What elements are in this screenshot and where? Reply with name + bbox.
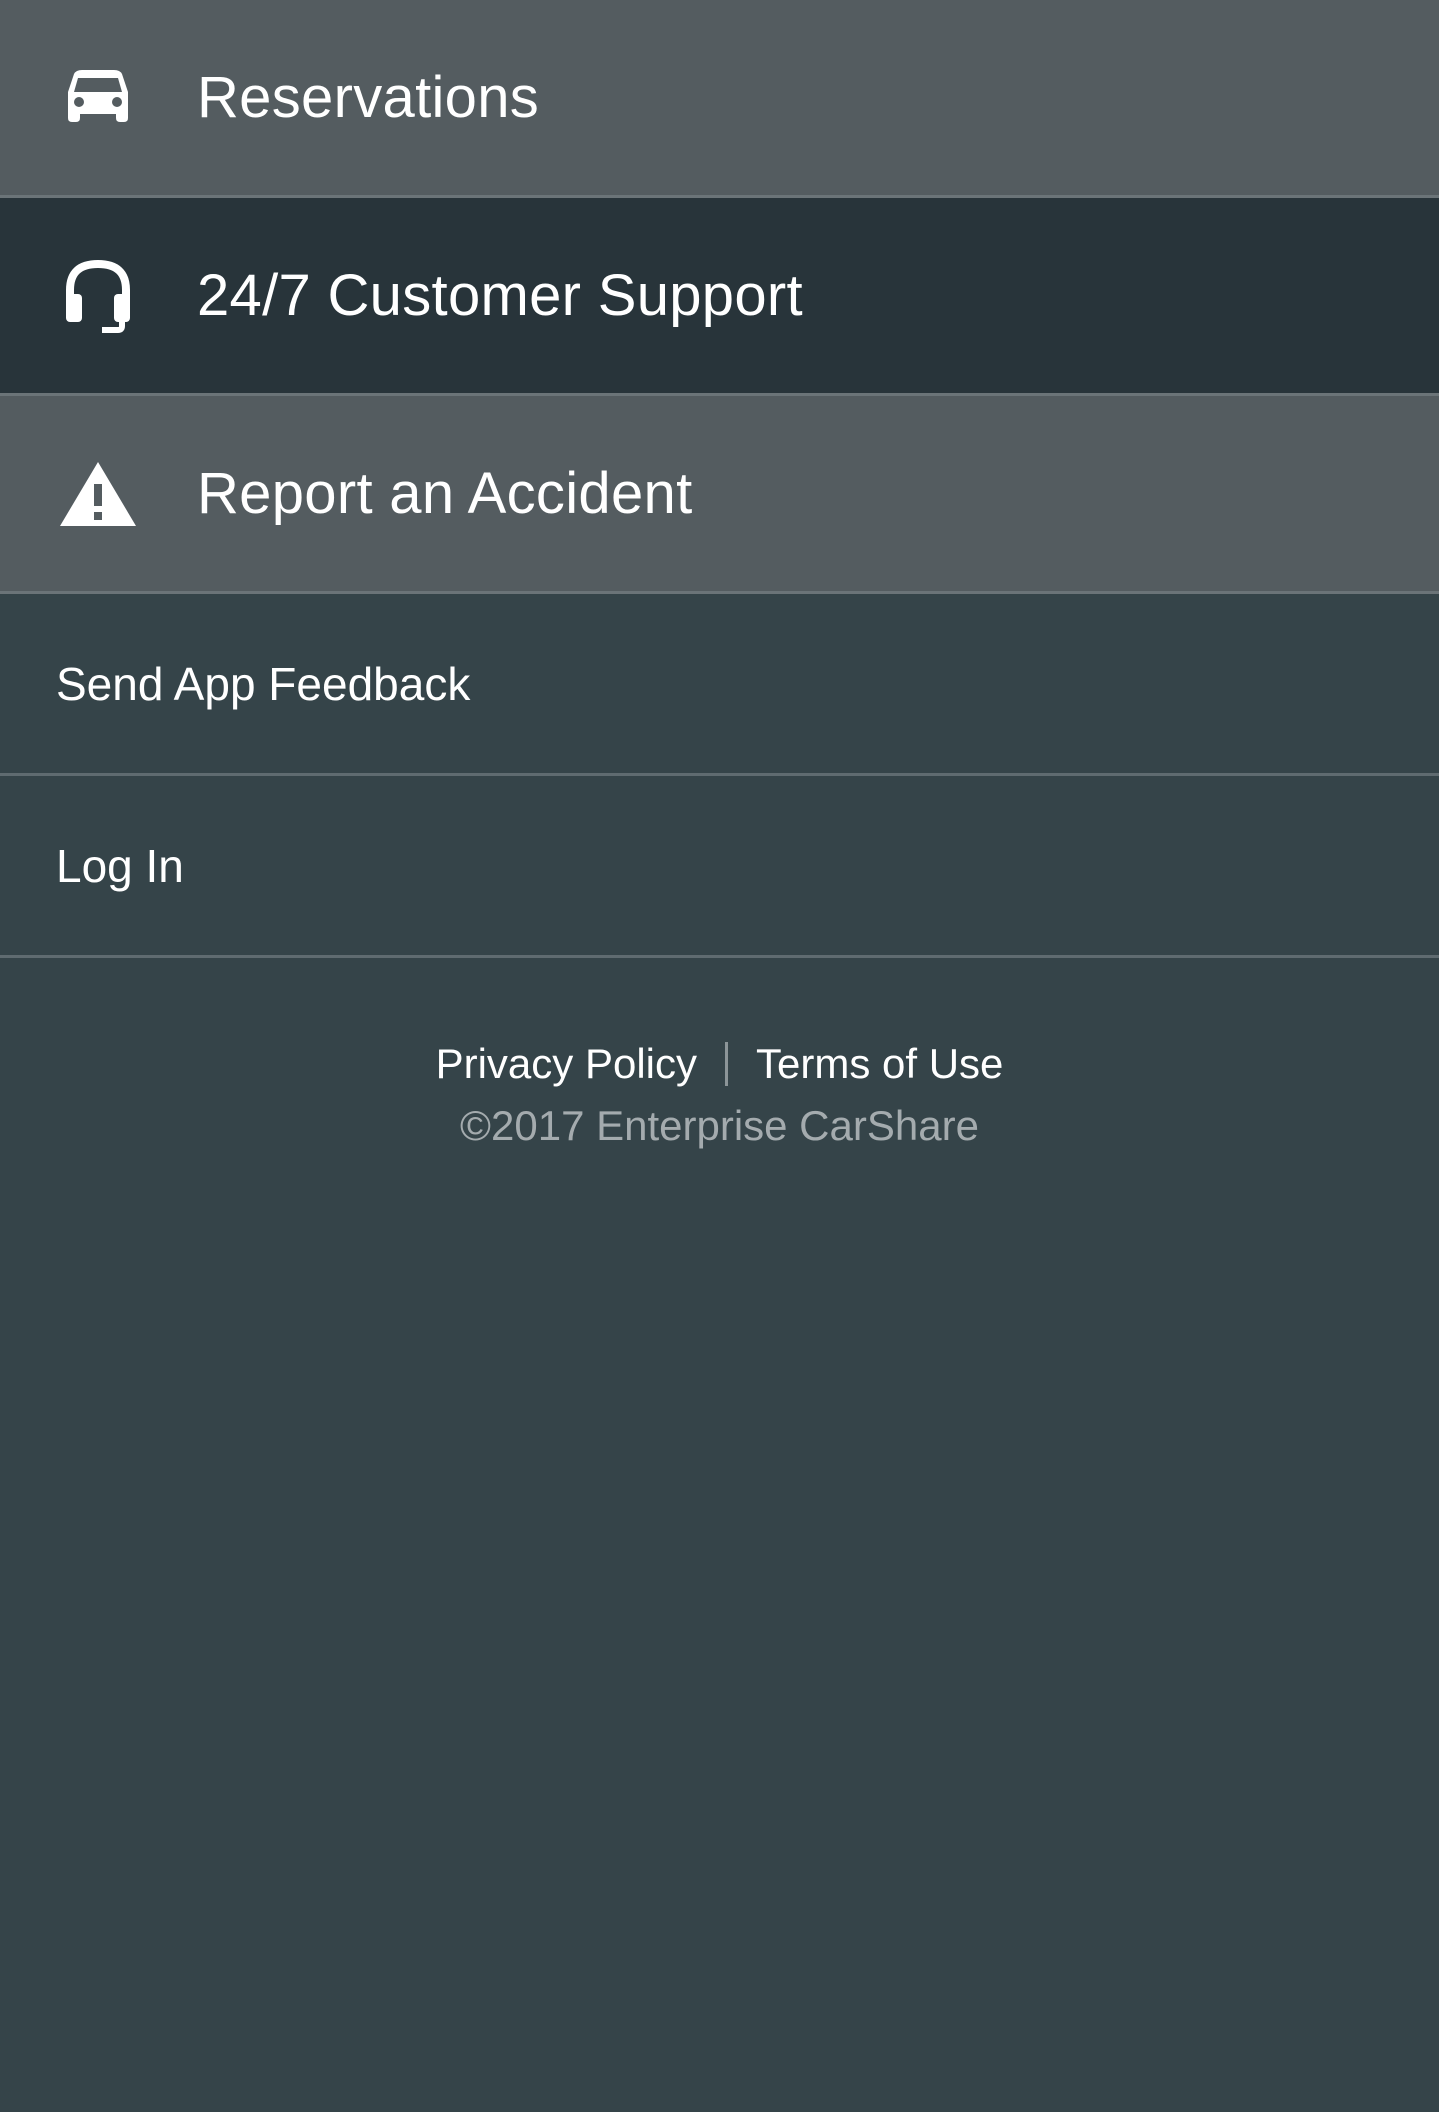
menu-item-label: Send App Feedback: [56, 657, 471, 710]
footer-separator: [725, 1042, 728, 1086]
menu-item-customer-support[interactable]: 24/7 Customer Support: [0, 198, 1439, 396]
footer-links: Privacy Policy Terms of Use: [0, 1040, 1439, 1088]
menu-item-label: Reservations: [197, 65, 540, 130]
menu-item-report-accident[interactable]: Report an Accident: [0, 396, 1439, 594]
menu-item-label: Report an Accident: [197, 461, 693, 526]
copyright-text: ©2017 Enterprise CarShare: [460, 1102, 979, 1149]
menu-item-log-in[interactable]: Log In: [0, 776, 1439, 958]
navigation-menu: Reservations 24/7 Customer Support Repor…: [0, 0, 1439, 1150]
menu-item-label: 24/7 Customer Support: [197, 263, 803, 328]
menu-item-label: Log In: [56, 839, 184, 892]
menu-item-send-feedback[interactable]: Send App Feedback: [0, 594, 1439, 776]
warning-icon: [56, 452, 140, 536]
headset-icon: [56, 254, 140, 338]
car-icon: [56, 56, 140, 140]
privacy-policy-link[interactable]: Privacy Policy: [436, 1040, 697, 1088]
terms-of-use-link[interactable]: Terms of Use: [756, 1040, 1003, 1088]
footer: Privacy Policy Terms of Use ©2017 Enterp…: [0, 1040, 1439, 1150]
menu-item-reservations[interactable]: Reservations: [0, 0, 1439, 198]
